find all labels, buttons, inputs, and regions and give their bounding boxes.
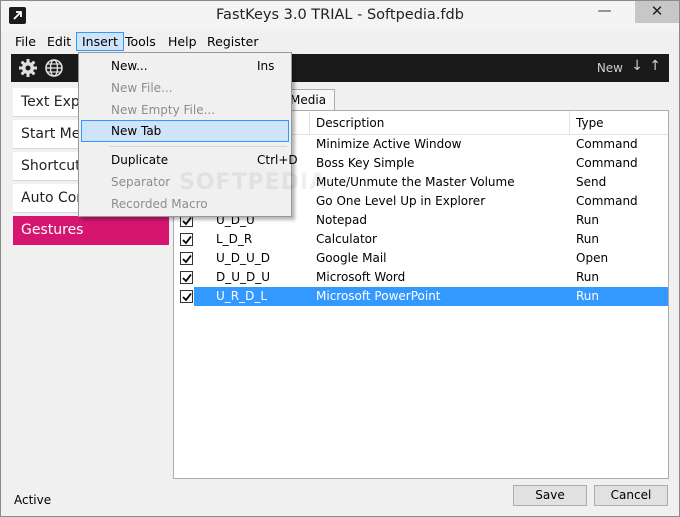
move-up-icon[interactable]: ↑ — [649, 58, 661, 74]
menu-item-label: Separator — [111, 175, 171, 189]
description-cell: Calculator — [316, 232, 377, 246]
menu-edit[interactable]: Edit — [41, 32, 77, 51]
type-cell: Run — [576, 289, 600, 303]
table-row[interactable]: U_D_U_D Google Mail Open — [174, 249, 668, 268]
menu-item-new-empty-file[interactable]: New Empty File... — [81, 99, 289, 121]
app-window: FastKeys 3.0 TRIAL - Softpedia.fdb — ✕ F… — [0, 0, 680, 517]
gear-icon[interactable] — [18, 58, 38, 78]
table-row[interactable]: D_U_D_U Microsoft Word Run — [174, 268, 668, 287]
menu-item-label: Recorded Macro — [111, 197, 208, 211]
column-header-type[interactable]: Type — [570, 111, 668, 135]
menu-item-new-tab[interactable]: New Tab — [81, 120, 289, 142]
close-button[interactable]: ✕ — [635, 1, 679, 23]
sidebar-item-gestures[interactable]: Gestures — [13, 216, 169, 245]
description-cell: Boss Key Simple — [316, 156, 415, 170]
new-button[interactable]: New — [597, 61, 623, 75]
row-checkbox[interactable] — [180, 290, 193, 303]
table-row[interactable]: U_R_D_L Microsoft PowerPoint Run — [174, 287, 668, 306]
gesture-cell: U_R_D_L — [216, 289, 268, 303]
menu-file[interactable]: File — [9, 32, 42, 51]
description-cell: Google Mail — [316, 251, 387, 265]
description-cell: Mute/Unmute the Master Volume — [316, 175, 515, 189]
menu-item-label: New Empty File... — [111, 103, 216, 117]
window-title: FastKeys 3.0 TRIAL - Softpedia.fdb — [216, 7, 464, 23]
menu-item-recorded-macro[interactable]: Recorded Macro — [81, 193, 289, 215]
type-cell: Command — [576, 194, 638, 208]
globe-icon[interactable] — [44, 58, 64, 78]
menu-item-label: New Tab — [111, 124, 162, 138]
menu-item-new[interactable]: New... Ins — [81, 55, 289, 77]
menu-tools[interactable]: Tools — [119, 32, 162, 51]
status-bar: Active Save Cancel — [1, 485, 679, 516]
menu-item-duplicate[interactable]: Duplicate Ctrl+D — [81, 149, 298, 171]
menu-item-separator[interactable]: Separator — [81, 171, 289, 193]
type-cell: Command — [576, 137, 638, 151]
type-cell: Open — [576, 251, 609, 265]
menu-bar: File Edit Insert Tools Help Register — [1, 31, 679, 52]
move-down-icon[interactable]: ↓ — [631, 58, 643, 74]
type-cell: Run — [576, 213, 600, 227]
row-checkbox[interactable] — [180, 271, 193, 284]
type-cell: Run — [576, 270, 600, 284]
description-cell: Minimize Active Window — [316, 137, 462, 151]
type-cell: Command — [576, 156, 638, 170]
gesture-cell: L_D_R — [216, 232, 253, 246]
menu-help[interactable]: Help — [162, 32, 203, 51]
save-button[interactable]: Save — [513, 485, 587, 506]
insert-menu-dropdown: SOFTPEDIA New... Ins New File... New Emp… — [78, 52, 326, 217]
description-cell: Go One Level Up in Explorer — [316, 194, 486, 208]
menu-item-label: Duplicate — [111, 153, 169, 167]
status-text: Active — [14, 493, 52, 507]
row-checkbox[interactable] — [180, 233, 193, 246]
menu-insert[interactable]: Insert — [76, 32, 124, 51]
menu-item-label: New... — [111, 59, 148, 73]
menu-item-shortcut: Ins — [257, 59, 275, 73]
gesture-cell: U_D_U_D — [216, 251, 271, 265]
menu-separator — [109, 146, 287, 147]
description-cell: Notepad — [316, 213, 367, 227]
menu-item-shortcut: Ctrl+D — [257, 153, 298, 167]
cancel-button[interactable]: Cancel — [594, 485, 668, 506]
description-cell: Microsoft Word — [316, 270, 406, 284]
row-checkbox[interactable] — [180, 252, 193, 265]
description-cell: Microsoft PowerPoint — [316, 289, 441, 303]
type-cell: Run — [576, 232, 600, 246]
menu-register[interactable]: Register — [201, 32, 264, 51]
minimize-button[interactable]: — — [591, 1, 618, 23]
table-row[interactable]: L_D_R Calculator Run — [174, 230, 668, 249]
type-cell: Send — [576, 175, 607, 189]
gesture-cell: D_U_D_U — [216, 270, 271, 284]
column-header-description[interactable]: Description — [310, 111, 570, 135]
title-bar: FastKeys 3.0 TRIAL - Softpedia.fdb — ✕ — [1, 1, 679, 31]
menu-item-label: New File... — [111, 81, 173, 95]
menu-item-new-file[interactable]: New File... — [81, 77, 289, 99]
